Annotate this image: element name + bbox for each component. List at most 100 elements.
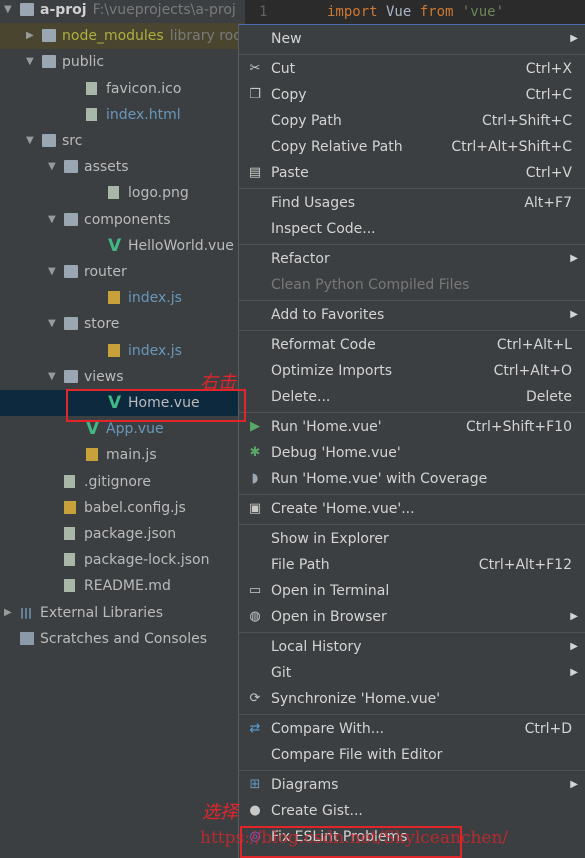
annotation-select: 选择: [202, 802, 238, 823]
tree-item-label: package-lock.json: [84, 547, 210, 573]
menu-item-add-to-favorites[interactable]: Add to Favorites ▶: [239, 302, 585, 328]
folder-icon: [64, 317, 78, 331]
menu-item-debug-home-vue[interactable]: ✱ Debug 'Home.vue': [239, 440, 585, 466]
menu-item-copy-path[interactable]: Copy Path Ctrl+Shift+C: [239, 108, 585, 134]
tree-item-label: router: [84, 259, 127, 285]
tree-item[interactable]: ▼ a-proj F:\vueprojects\a-proj: [0, 0, 245, 23]
menu-item-shortcut: Delete: [526, 389, 572, 405]
chevron-down-icon[interactable]: ▼: [48, 154, 56, 180]
folder-icon: [64, 212, 78, 226]
tree-item[interactable]: main.js: [0, 442, 245, 468]
menu-item-label: Inspect Code...: [271, 221, 376, 237]
tree-item-name: favicon.ico: [106, 80, 182, 97]
menu-item-compare-file-with-editor[interactable]: Compare File with Editor: [239, 742, 585, 768]
menu-item-cut[interactable]: ✂ Cut Ctrl+X: [239, 56, 585, 82]
code-token: import: [327, 4, 378, 20]
menu-item-label: Create 'Home.vue'...: [271, 501, 415, 517]
menu-item-copy[interactable]: ❐ Copy Ctrl+C: [239, 82, 585, 108]
tree-item-name: App.vue: [106, 421, 164, 438]
menu-separator: [239, 769, 585, 771]
tree-item-label: components: [84, 207, 171, 233]
chevron-down-icon[interactable]: ▼: [48, 364, 56, 390]
menu-item-local-history[interactable]: Local History ▶: [239, 634, 585, 660]
chevron-down-icon[interactable]: ▼: [48, 259, 56, 285]
menu-item-synchronize-home-vue[interactable]: ⟳ Synchronize 'Home.vue': [239, 686, 585, 712]
menu-item-label: Local History: [271, 639, 362, 655]
chevron-down-icon[interactable]: ▼: [48, 311, 56, 337]
tree-item[interactable]: ▼ src: [0, 128, 245, 154]
menu-separator: [239, 53, 585, 55]
tree-item[interactable]: index.js: [0, 338, 245, 364]
menu-item-shortcut: Ctrl+Shift+F10: [465, 419, 572, 435]
menu-item-run-home-vue-with-coverage[interactable]: ◗ Run 'Home.vue' with Coverage: [239, 466, 585, 492]
tree-item[interactable]: favicon.ico: [0, 76, 245, 102]
folder-icon: [42, 55, 56, 69]
menu-item-diagrams[interactable]: ⊞ Diagrams ▶: [239, 772, 585, 798]
menu-item-label: Copy: [271, 87, 307, 103]
tree-item[interactable]: ▶ node_modules library root: [0, 23, 247, 50]
menu-item-create-gist[interactable]: ● Create Gist...: [239, 798, 585, 824]
tree-item[interactable]: Scratches and Consoles: [0, 626, 245, 652]
tree-item[interactable]: .gitignore: [0, 469, 245, 495]
tree-item-name: views: [84, 368, 124, 385]
chevron-down-icon[interactable]: ▼: [26, 49, 34, 75]
tree-item[interactable]: V HelloWorld.vue: [0, 233, 245, 259]
terminal-icon: ▭: [248, 583, 262, 598]
menu-item-git[interactable]: Git ▶: [239, 660, 585, 686]
tree-item-name: babel.config.js: [84, 499, 186, 516]
menu-item-clean-python-compiled-files: Clean Python Compiled Files: [239, 272, 585, 298]
tree-item-label: External Libraries: [40, 600, 163, 626]
menu-item-file-path[interactable]: File Path Ctrl+Alt+F12: [239, 552, 585, 578]
menu-item-reformat-code[interactable]: Reformat Code Ctrl+Alt+L: [239, 332, 585, 358]
chevron-down-icon[interactable]: ▼: [26, 128, 34, 154]
tree-item[interactable]: index.html: [0, 102, 245, 128]
chevron-right-icon[interactable]: ▶: [4, 600, 12, 626]
tree-item-label: Scratches and Consoles: [40, 626, 207, 652]
menu-item-label: Run 'Home.vue': [271, 419, 382, 435]
menu-item-paste[interactable]: ▤ Paste Ctrl+V: [239, 160, 585, 186]
menu-item-shortcut: Ctrl+Alt+F12: [478, 557, 572, 573]
tree-item[interactable]: package-lock.json: [0, 547, 245, 573]
create-config-icon: ▣: [248, 501, 262, 516]
menu-item-create-home-vue[interactable]: ▣ Create 'Home.vue'...: [239, 496, 585, 522]
tree-item[interactable]: index.js: [0, 285, 245, 311]
tree-item[interactable]: ▼ assets: [0, 154, 245, 180]
menu-item-open-in-terminal[interactable]: ▭ Open in Terminal: [239, 578, 585, 604]
menu-item-refactor[interactable]: Refactor ▶: [239, 246, 585, 272]
tree-item[interactable]: ▼ public: [0, 49, 245, 75]
menu-item-open-in-browser[interactable]: ◍ Open in Browser ▶: [239, 604, 585, 630]
tree-item[interactable]: ▶ ||| External Libraries: [0, 600, 245, 626]
menu-item-shortcut: Ctrl+D: [524, 721, 572, 737]
tree-item[interactable]: babel.config.js: [0, 495, 245, 521]
tree-item-name: .gitignore: [84, 473, 151, 490]
tree-item-label: HelloWorld.vue: [128, 233, 234, 259]
menu-item-inspect-code[interactable]: Inspect Code...: [239, 216, 585, 242]
menu-item-copy-relative-path[interactable]: Copy Relative Path Ctrl+Alt+Shift+C: [239, 134, 585, 160]
tree-item[interactable]: ▼ store: [0, 311, 245, 337]
tree-item-hint: F:\vueprojects\a-proj: [92, 2, 236, 18]
menu-item-find-usages[interactable]: Find Usages Alt+F7: [239, 190, 585, 216]
menu-item-optimize-imports[interactable]: Optimize Imports Ctrl+Alt+O: [239, 358, 585, 384]
chevron-down-icon[interactable]: ▼: [48, 207, 56, 233]
menu-item-shortcut: Ctrl+C: [525, 87, 572, 103]
tree-item-name: HelloWorld.vue: [128, 237, 234, 254]
menu-item-new[interactable]: New ▶: [239, 26, 585, 52]
tree-item[interactable]: ▼ router: [0, 259, 245, 285]
tree-item[interactable]: logo.png: [0, 180, 245, 206]
menu-item-label: Compare File with Editor: [271, 747, 443, 763]
tree-item-label: favicon.ico: [106, 76, 181, 102]
tree-item[interactable]: ▼ components: [0, 207, 245, 233]
tree-item[interactable]: README.md: [0, 573, 245, 599]
chevron-right-icon[interactable]: ▶: [26, 23, 34, 49]
file-icon: [86, 107, 97, 121]
tree-item[interactable]: package.json: [0, 521, 245, 547]
menu-item-label: Git: [271, 665, 292, 681]
menu-item-show-in-explorer[interactable]: Show in Explorer: [239, 526, 585, 552]
menu-item-delete[interactable]: Delete... Delete: [239, 384, 585, 410]
tree-item-label: babel.config.js: [84, 495, 186, 521]
chevron-down-icon[interactable]: ▼: [4, 0, 12, 23]
menu-item-shortcut: Ctrl+Shift+C: [482, 113, 572, 129]
menu-item-run-home-vue[interactable]: ▶ Run 'Home.vue' Ctrl+Shift+F10: [239, 414, 585, 440]
menu-item-compare-with[interactable]: ⇄ Compare With... Ctrl+D: [239, 716, 585, 742]
menu-item-label: Reformat Code: [271, 337, 376, 353]
